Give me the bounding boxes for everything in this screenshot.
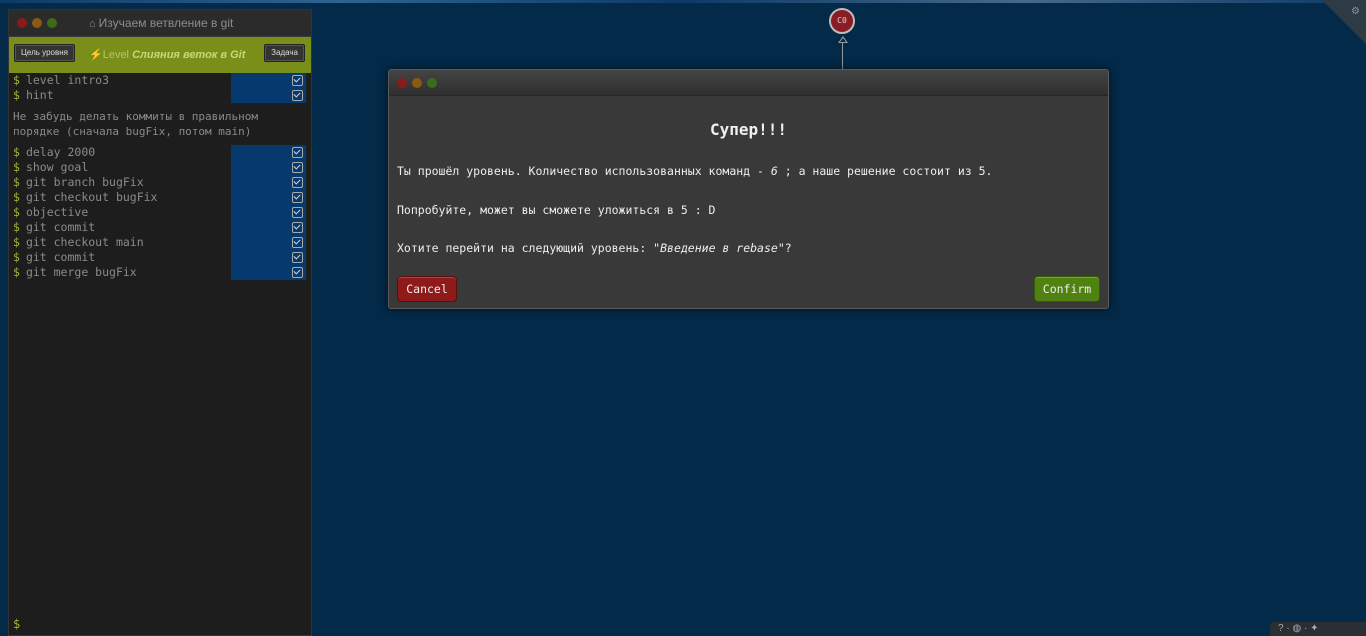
- command-history: $ level intro3 $ hint Не забудь делать комм…: [9, 73, 311, 280]
- twitter-icon[interactable]: ✦: [1310, 623, 1318, 634]
- hint-text: Не забудь делать коммиты в правильном по…: [13, 110, 259, 138]
- command-row: $ hint: [9, 88, 311, 103]
- dialog-titlebar: [389, 70, 1108, 96]
- home-icon: ⌂: [89, 18, 96, 30]
- commit-edge: [842, 42, 843, 70]
- checkbox-icon: [292, 192, 303, 203]
- command-row: $ git branch bugFix: [9, 175, 311, 190]
- terminal-panel: ⌂ Изучаем ветвление в git Цель уровня ⚡Le…: [8, 9, 312, 636]
- level-goal-button[interactable]: Цель уровня: [14, 44, 75, 62]
- dollar-prompt: $: [13, 190, 20, 204]
- checkbox-icon: [292, 162, 303, 173]
- checkbox-icon: [292, 207, 303, 218]
- gear-icon[interactable]: ⚙: [1351, 6, 1360, 17]
- level-complete-dialog: Супер!!! Ты прошёл уровень. Количество и…: [388, 69, 1109, 309]
- minimize-dot-icon[interactable]: [412, 78, 422, 88]
- close-dot-icon[interactable]: [397, 78, 407, 88]
- dollar-prompt: $: [13, 235, 20, 249]
- terminal-titlebar: ⌂ Изучаем ветвление в git: [9, 10, 311, 37]
- help-icon[interactable]: ?: [1278, 623, 1284, 634]
- terminal-title-text: Изучаем ветвление в git: [98, 16, 234, 30]
- dialog-line-next: Хотите перейти на следующий уровень: "Вв…: [397, 241, 792, 255]
- result-prefix: Ты прошёл уровень. Количество использова…: [397, 164, 771, 178]
- cancel-button[interactable]: Cancel: [397, 276, 457, 302]
- command-row: $ git checkout bugFix: [9, 190, 311, 205]
- arrow-head-icon: [838, 36, 848, 43]
- command-row: $ git merge bugFix: [9, 265, 311, 280]
- globe-icon[interactable]: ◍: [1292, 623, 1301, 634]
- command-text: git branch bugFix: [25, 175, 144, 189]
- top-strip: [0, 0, 1366, 3]
- checkbox-icon: [292, 267, 303, 278]
- dialog-line-result: Ты прошёл уровень. Количество использова…: [397, 164, 992, 178]
- dollar-prompt: $: [13, 160, 20, 174]
- task-button[interactable]: Задача: [264, 44, 305, 62]
- maximize-dot-icon[interactable]: [47, 18, 57, 28]
- checkbox-icon: [292, 147, 303, 158]
- dollar-prompt: $: [13, 88, 20, 102]
- command-count: 6: [770, 164, 778, 178]
- confirm-button[interactable]: Confirm: [1034, 276, 1100, 302]
- command-text: git checkout main: [25, 235, 144, 249]
- command-text: git merge bugFix: [25, 265, 137, 279]
- dollar-prompt: $: [13, 175, 20, 189]
- level-label: Level: [102, 49, 129, 61]
- dollar-prompt: $: [13, 145, 20, 159]
- next-suffix: "?: [777, 241, 792, 255]
- command-row: $ git commit: [9, 220, 311, 235]
- command-text: level intro3: [25, 73, 110, 87]
- command-row: $ objective: [9, 205, 311, 220]
- checkbox-icon: [292, 177, 303, 188]
- level-info: ⚡Level Слияния веток в Git: [89, 48, 245, 61]
- next-prefix: Хотите перейти на следующий уровень: ": [397, 241, 661, 255]
- dollar-prompt: $: [13, 205, 20, 219]
- maximize-dot-icon[interactable]: [427, 78, 437, 88]
- dollar-prompt: $: [13, 220, 20, 234]
- command-text: git commit: [25, 250, 96, 264]
- checkbox-icon: [292, 75, 303, 86]
- footer-toolbar: ? · ◍ · ✦: [1270, 622, 1366, 636]
- dollar-prompt: $: [13, 265, 20, 279]
- checkbox-icon: [292, 222, 303, 233]
- command-text: objective: [25, 205, 89, 219]
- dialog-line-try: Попробуйте, может вы сможете уложиться в…: [397, 203, 716, 217]
- command-text: show goal: [25, 160, 89, 174]
- command-row: $ level intro3: [9, 73, 311, 88]
- bolt-icon: ⚡: [89, 49, 103, 61]
- dialog-title: Супер!!!: [709, 120, 788, 139]
- commit-node-c0[interactable]: C0: [829, 8, 855, 34]
- terminal-prompt[interactable]: $: [13, 617, 20, 631]
- dollar-prompt: $: [13, 250, 20, 264]
- result-suffix: ; а наше решение состоит из 5.: [777, 164, 993, 178]
- command-row: $ git commit: [9, 250, 311, 265]
- next-level-name: Введение в rebase: [660, 241, 778, 255]
- command-text: git commit: [25, 220, 96, 234]
- dollar-prompt: $: [13, 73, 20, 87]
- close-dot-icon[interactable]: [17, 18, 27, 28]
- command-row: $ git checkout main: [9, 235, 311, 250]
- command-row: $ show goal: [9, 160, 311, 175]
- level-name: Слияния веток в Git: [132, 49, 246, 61]
- command-text: delay 2000: [25, 145, 96, 159]
- checkbox-icon: [292, 237, 303, 248]
- command-text: hint: [25, 88, 54, 102]
- minimize-dot-icon[interactable]: [32, 18, 42, 28]
- terminal-title: ⌂ Изучаем ветвление в git: [89, 16, 233, 30]
- command-row: $ delay 2000: [9, 145, 311, 160]
- command-text: git checkout bugFix: [25, 190, 158, 204]
- level-bar: Цель уровня ⚡Level Слияния веток в Git З…: [9, 37, 311, 73]
- checkbox-icon: [292, 90, 303, 101]
- checkbox-icon: [292, 252, 303, 263]
